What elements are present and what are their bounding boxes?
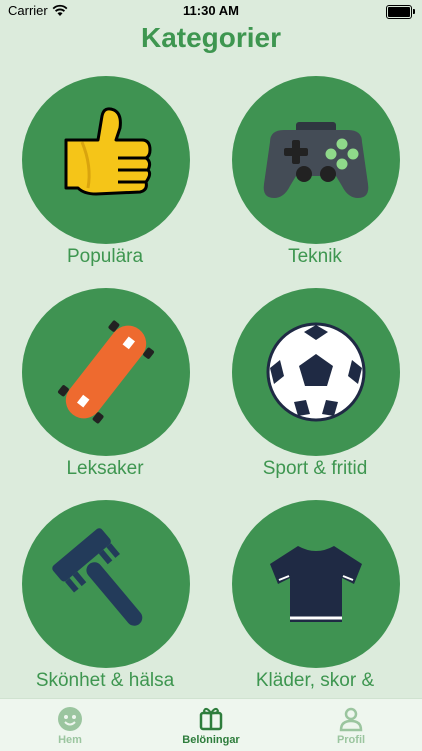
category-circle: [232, 76, 400, 244]
comb-icon: [52, 528, 143, 626]
category-label: Leksaker: [66, 458, 144, 479]
battery-icon: [386, 5, 415, 19]
thumbs-up-icon: [64, 107, 152, 196]
smiley-face-icon: [58, 707, 82, 731]
category-circle: [22, 76, 190, 244]
category-label: Kläder, skor &: [255, 670, 375, 691]
category-circle: [232, 500, 400, 668]
category-label: Populära: [66, 246, 144, 267]
category-circle: [22, 288, 190, 456]
soccer-ball-icon: [266, 322, 366, 422]
page-title: Kategorier: [140, 22, 282, 53]
tab-home[interactable]: Hem: [15, 705, 125, 746]
category-label: Sport & fritid: [262, 458, 368, 479]
gamepad-icon: [263, 122, 369, 198]
tab-rewards[interactable]: Belöningar: [156, 705, 266, 746]
gift-icon: [199, 707, 223, 731]
category-circle: [232, 288, 400, 456]
tshirt-icon: [270, 546, 362, 622]
tab-label: Hem: [58, 734, 82, 746]
tab-bar: Hem Belöningar Profil: [0, 698, 422, 751]
tab-label: Profil: [336, 734, 366, 746]
tab-profile[interactable]: Profil: [296, 705, 406, 746]
skateboard-icon: [57, 320, 155, 424]
clock: 11:30 AM: [183, 3, 239, 18]
status-bar: Carrier 11:30 AM: [0, 0, 422, 22]
tab-label: Belöningar: [182, 734, 240, 746]
category-label: Teknik: [288, 246, 342, 267]
category-label: Skönhet & hälsa: [35, 670, 175, 691]
person-icon: [339, 707, 363, 732]
category-circle: [22, 500, 190, 668]
